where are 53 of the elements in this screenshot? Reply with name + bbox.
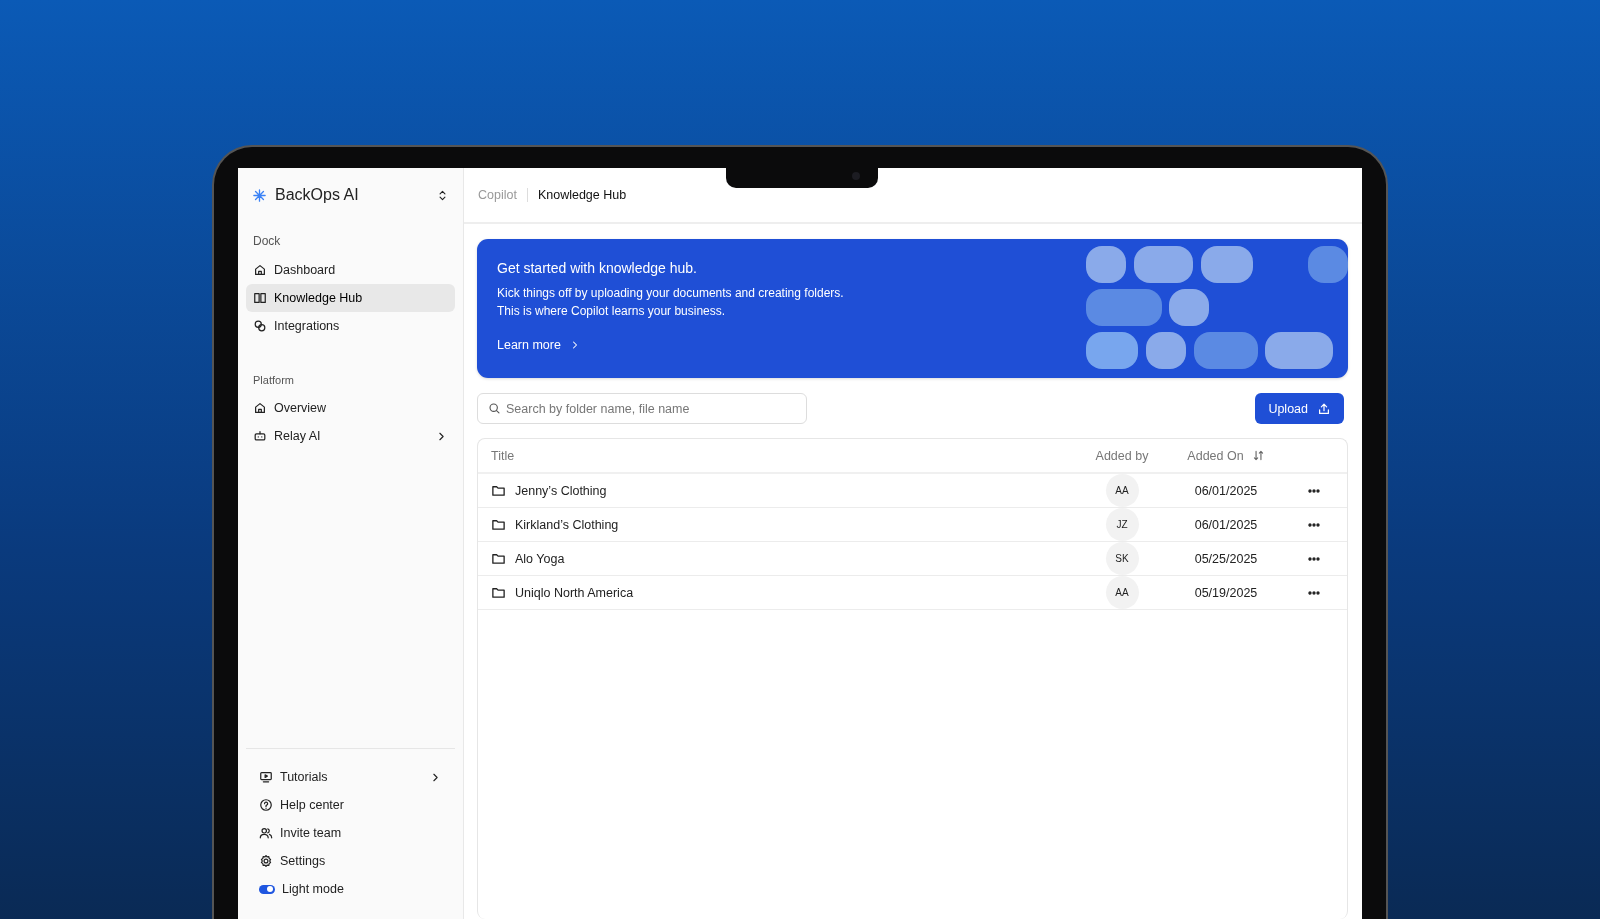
search-field[interactable]: Search by folder name, file name bbox=[477, 393, 807, 424]
upload-button[interactable]: Upload bbox=[1255, 393, 1344, 424]
linked-circles-icon bbox=[253, 319, 267, 333]
home-icon bbox=[253, 263, 267, 277]
folder-icon bbox=[491, 483, 506, 498]
banner-text: This is where Copilot learns your business. bbox=[497, 303, 727, 320]
nav-item[interactable]: Dashboard bbox=[246, 256, 455, 284]
nav-item[interactable]: Help center bbox=[252, 791, 449, 819]
user-avatar: AA bbox=[1105, 474, 1139, 507]
nav-item[interactable]: Relay AI bbox=[246, 422, 455, 450]
search-icon bbox=[488, 402, 501, 415]
nav-item[interactable]: Light mode bbox=[252, 875, 449, 903]
user-avatar: AA bbox=[1105, 576, 1139, 609]
home-icon bbox=[253, 401, 267, 415]
nav-item[interactable]: Knowledge Hub bbox=[246, 284, 455, 312]
folder-name[interactable]: Uniqlo North America bbox=[515, 585, 634, 600]
folder-icon bbox=[491, 517, 506, 532]
user-avatar: JZ bbox=[1105, 508, 1139, 541]
breadcrumb-current: Knowledge Hub bbox=[537, 188, 627, 202]
toggle-switch[interactable] bbox=[259, 884, 275, 894]
folder-icon bbox=[491, 551, 506, 566]
date-cell-text: 05/19/2025 bbox=[1193, 585, 1259, 600]
brand-name: BackOps AI bbox=[275, 186, 360, 204]
column-header: Title bbox=[491, 448, 515, 463]
nav-item[interactable]: Integrations bbox=[246, 312, 455, 340]
learn-more-link[interactable]: Learn more bbox=[497, 338, 581, 352]
section-label: Dock bbox=[252, 234, 282, 248]
upload-icon bbox=[1317, 401, 1331, 416]
date-cell-text: 06/01/2025 bbox=[1193, 517, 1259, 532]
date-cell-text: 05/25/2025 bbox=[1193, 551, 1259, 566]
user-avatar: SK bbox=[1105, 542, 1139, 575]
section-label: Platform bbox=[252, 374, 295, 386]
folder-name[interactable]: Kirkland’s Clothing bbox=[515, 517, 619, 532]
sparkle-icon bbox=[252, 187, 267, 203]
folder-name[interactable]: Jenny’s Clothing bbox=[515, 483, 607, 498]
nav-item[interactable]: Tutorials bbox=[252, 763, 449, 791]
settings-icon bbox=[259, 854, 273, 868]
book-icon bbox=[253, 291, 267, 305]
robot-icon bbox=[253, 429, 267, 443]
column-header: Added On bbox=[1187, 448, 1244, 463]
monitor-play-icon bbox=[259, 770, 273, 784]
nav-item[interactable]: Overview bbox=[246, 394, 455, 422]
folder-icon bbox=[491, 585, 506, 600]
users-icon bbox=[259, 826, 273, 840]
folder-name[interactable]: Alo Yoga bbox=[515, 551, 565, 566]
nav-item[interactable]: Invite team bbox=[252, 819, 449, 847]
sort-icon[interactable] bbox=[1251, 449, 1265, 462]
nav-item[interactable]: Settings bbox=[252, 847, 449, 875]
banner-title: Get started with knowledge hub. bbox=[497, 260, 698, 276]
help-icon bbox=[259, 798, 273, 812]
banner-text: Kick things off by uploading your documents and creating folders. bbox=[497, 285, 844, 302]
date-cell-text: 06/01/2025 bbox=[1193, 483, 1259, 498]
column-header: Added by bbox=[1094, 448, 1150, 463]
